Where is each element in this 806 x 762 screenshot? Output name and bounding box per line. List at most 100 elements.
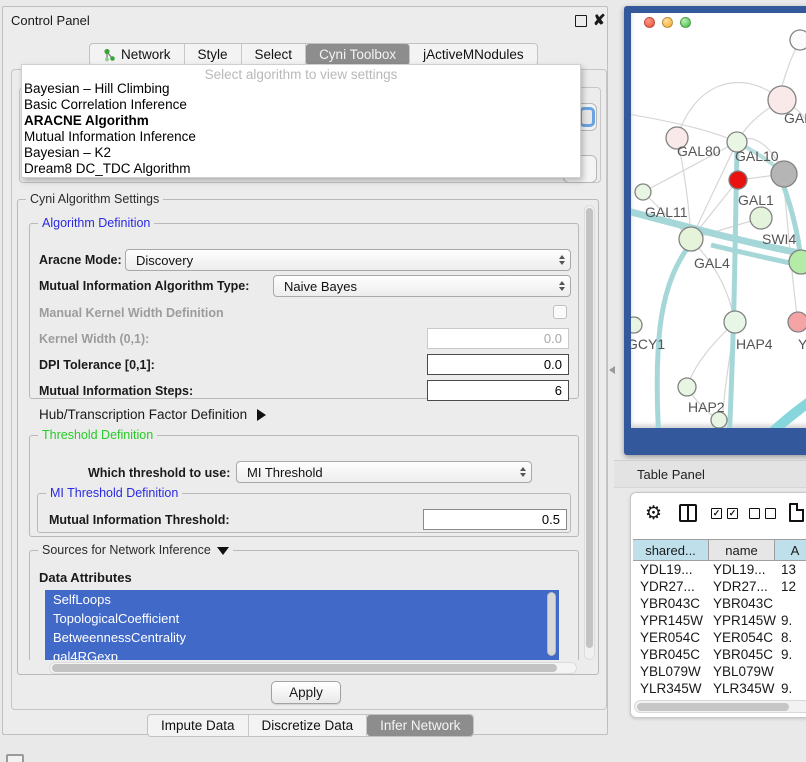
stepper-icon bbox=[554, 281, 570, 291]
algo-option-bayesian-k2[interactable]: Bayesian – K2 bbox=[22, 145, 580, 161]
sources-group-title[interactable]: Sources for Network Inference bbox=[38, 543, 233, 557]
table-row[interactable]: YLR345WYLR345W9. bbox=[633, 680, 806, 697]
unchecked-checkbox-icon[interactable] bbox=[765, 508, 776, 519]
table-row[interactable]: YDR27...YDR27...12 bbox=[633, 578, 806, 595]
table-row[interactable]: YIL052CYIL052C0. bbox=[633, 697, 806, 699]
table-row[interactable]: YBR043CYBR043C bbox=[633, 595, 806, 612]
mi-threshold-field[interactable]: 0.5 bbox=[423, 509, 567, 530]
table-row[interactable]: YDL19...YDL19...13 bbox=[633, 561, 806, 578]
table-row[interactable]: YPR145WYPR145W9. bbox=[633, 612, 806, 629]
hub-definition-toggle[interactable]: Hub/Transcription Factor Definition bbox=[39, 407, 266, 422]
table-header-row: shared... name A bbox=[633, 539, 806, 561]
network-canvas[interactable]: GAL GAL80 GAL10 GAL1 GAL11 SWI4 GAL4 GCY… bbox=[631, 13, 806, 428]
table-row[interactable]: YBR045CYBR045C9. bbox=[633, 646, 806, 663]
attributes-scrollbar[interactable] bbox=[547, 592, 556, 656]
attr-item-selfloops[interactable]: SelfLoops bbox=[45, 590, 559, 609]
tab-discretize-data[interactable]: Discretize Data bbox=[249, 715, 368, 736]
checked-checkbox-icon[interactable]: ✓ bbox=[711, 508, 722, 519]
attr-item-topologicalcoefficient[interactable]: TopologicalCoefficient bbox=[45, 609, 559, 628]
node-red[interactable] bbox=[729, 171, 747, 189]
algo-option-basic-correlation[interactable]: Basic Correlation Inference bbox=[22, 97, 580, 113]
algo-option-aracne[interactable]: ARACNE Algorithm bbox=[22, 113, 580, 129]
panel-title: Control Panel bbox=[11, 13, 90, 28]
which-threshold-select[interactable]: MI Threshold bbox=[236, 461, 532, 483]
tab-style[interactable]: Style bbox=[185, 44, 242, 65]
algo-option-dream8[interactable]: Dream8 DC_TDC Algorithm bbox=[22, 161, 580, 177]
minimized-panel-icon[interactable] bbox=[6, 754, 24, 762]
network-view-window[interactable]: GAL GAL80 GAL10 GAL1 GAL11 SWI4 GAL4 GCY… bbox=[624, 6, 806, 455]
dropdown-placeholder: Select algorithm to view settings bbox=[22, 65, 580, 81]
table-panel: ⚙ ✓ ✓ shared... name A YDL19...YDL19...1… bbox=[630, 492, 806, 718]
split-columns-icon[interactable] bbox=[679, 504, 697, 522]
document-icon[interactable] bbox=[789, 503, 804, 522]
node-label-gal10: GAL10 bbox=[735, 148, 779, 164]
node-label-hap2: HAP2 bbox=[688, 399, 725, 415]
node-hap4[interactable] bbox=[724, 311, 746, 333]
tab-network-label: Network bbox=[121, 47, 171, 62]
settings-vscroll-thumb[interactable] bbox=[586, 208, 593, 648]
table-panel-titlebar: Table Panel bbox=[614, 460, 806, 488]
node-hap2[interactable] bbox=[678, 378, 696, 396]
node-gray[interactable] bbox=[771, 161, 797, 187]
close-panel-icon[interactable]: ✘ bbox=[593, 11, 606, 29]
node-label-gcy1: GCY1 bbox=[631, 336, 665, 352]
tab-impute-data[interactable]: Impute Data bbox=[148, 715, 249, 736]
node-gal1[interactable] bbox=[750, 207, 772, 229]
settings-vertical-scrollbar[interactable] bbox=[584, 205, 595, 660]
network-icon bbox=[103, 48, 116, 62]
aracne-mode-select[interactable]: Discovery bbox=[125, 249, 571, 271]
table-body: YDL19...YDL19...13 YDR27...YDR27...12 YB… bbox=[633, 561, 806, 699]
dpi-tolerance-field[interactable]: 0.0 bbox=[427, 354, 569, 375]
tab-cyni-toolbox[interactable]: Cyni Toolbox bbox=[306, 44, 410, 65]
data-attributes-label: Data Attributes bbox=[39, 570, 132, 585]
settings-horizontal-scrollbar[interactable] bbox=[49, 662, 577, 674]
table-hscroll-thumb[interactable] bbox=[637, 703, 789, 711]
hub-definition-label: Hub/Transcription Factor Definition bbox=[39, 407, 247, 422]
node-label-y: Y bbox=[798, 336, 806, 352]
bottom-tabbar: Impute Data Discretize Data Infer Networ… bbox=[147, 714, 474, 737]
dpi-tolerance-label: DPI Tolerance [0,1]: bbox=[39, 358, 155, 372]
mi-algorithm-type-select[interactable]: Naive Bayes bbox=[273, 275, 571, 297]
table-horizontal-scrollbar[interactable] bbox=[634, 700, 806, 713]
unchecked-checkbox-icon[interactable] bbox=[749, 508, 760, 519]
float-panel-icon[interactable] bbox=[575, 15, 587, 27]
node-gal11[interactable] bbox=[635, 184, 651, 200]
apply-button[interactable]: Apply bbox=[271, 681, 341, 704]
node-label-gal1: GAL1 bbox=[738, 192, 774, 208]
stepper-icon bbox=[554, 255, 570, 265]
node-label-gal11: GAL11 bbox=[645, 204, 688, 220]
column-header-partial[interactable]: A bbox=[775, 540, 806, 560]
attr-item-gal4rgexp[interactable]: gal4RGexp bbox=[45, 647, 559, 660]
tab-infer-network[interactable]: Infer Network bbox=[367, 715, 473, 736]
attr-item-betweennesscentrality[interactable]: BetweennessCentrality bbox=[45, 628, 559, 647]
tab-jactivemnodules[interactable]: jActiveMNodules bbox=[410, 44, 537, 65]
algo-option-mutual-information[interactable]: Mutual Information Inference bbox=[22, 129, 580, 145]
checked-checkbox-icon[interactable]: ✓ bbox=[727, 508, 738, 519]
tab-select[interactable]: Select bbox=[242, 44, 307, 65]
kernel-width-field[interactable]: 0.0 bbox=[427, 328, 569, 349]
node-label-gal: GAL bbox=[784, 110, 806, 126]
kernel-width-label: Kernel Width (0,1): bbox=[39, 332, 149, 346]
table-row[interactable]: YER054CYER054C8. bbox=[633, 629, 806, 646]
node-gal4[interactable] bbox=[679, 227, 703, 251]
mi-threshold-group-title: MI Threshold Definition bbox=[46, 486, 182, 500]
node-unlabeled-top[interactable] bbox=[790, 30, 806, 50]
control-panel-titlebar: Control Panel ✘ bbox=[3, 7, 607, 35]
mi-steps-field[interactable]: 6 bbox=[427, 380, 569, 401]
gear-icon[interactable]: ⚙ bbox=[645, 502, 662, 525]
manual-kernel-checkbox[interactable] bbox=[553, 305, 567, 319]
which-threshold-label: Which threshold to use: bbox=[88, 466, 230, 480]
pane-divider-arrow-icon[interactable] bbox=[609, 366, 615, 374]
settings-hscroll-thumb[interactable] bbox=[52, 664, 557, 672]
tab-network[interactable]: Network bbox=[90, 44, 185, 65]
node-bright-green[interactable] bbox=[789, 250, 806, 274]
column-header-name[interactable]: name bbox=[709, 540, 775, 560]
algo-option-bayesian-hill-climbing[interactable]: Bayesian – Hill Climbing bbox=[22, 81, 580, 97]
table-row[interactable]: YBL079WYBL079W bbox=[633, 663, 806, 680]
node-gcy1[interactable] bbox=[631, 317, 642, 333]
column-header-shared-name[interactable]: shared... bbox=[633, 540, 709, 560]
mi-steps-label: Mutual Information Steps: bbox=[39, 384, 193, 398]
node-label-gal80: GAL80 bbox=[677, 143, 721, 159]
data-attributes-list[interactable]: SelfLoops TopologicalCoefficient Between… bbox=[45, 590, 559, 660]
node-salmon[interactable] bbox=[788, 312, 806, 332]
